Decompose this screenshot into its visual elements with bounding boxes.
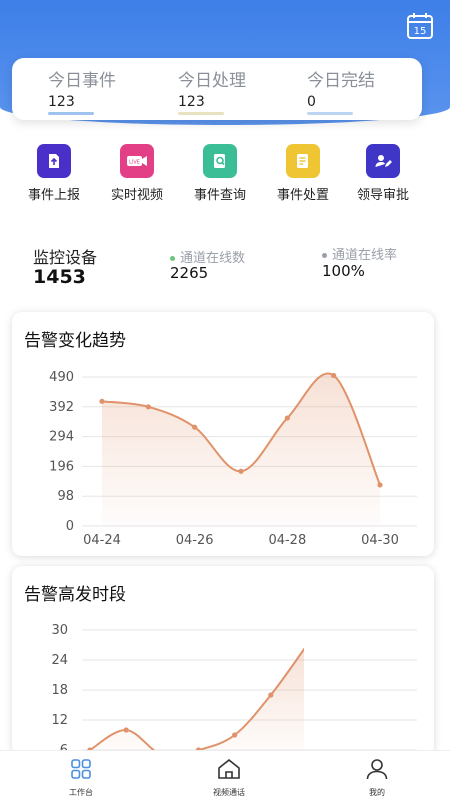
series-area <box>90 649 304 756</box>
y-tick-label: 490 <box>49 370 74 385</box>
quick-action-label: 实时视频 <box>110 188 163 203</box>
monitor-title: 监控设备 <box>33 248 98 267</box>
series-group <box>87 642 309 756</box>
x-tick-label: 04-30 <box>361 533 399 548</box>
y-tick-label: 98 <box>57 489 74 504</box>
quick-action-label: 事件上报 <box>27 188 80 203</box>
data-point <box>99 398 105 404</box>
y-tick-label: 18 <box>51 683 68 698</box>
tab-label: 工作台 <box>69 788 93 797</box>
today-stats-card: 今日事件 123 今日处理 123 今日完结 0 <box>12 58 422 120</box>
y-tick-label: 12 <box>51 713 68 728</box>
stat-label: 今日完结 <box>307 71 375 91</box>
tab-label: 我的 <box>369 788 385 797</box>
svg-text:LIVE: LIVE <box>129 160 140 166</box>
series-area <box>102 373 380 526</box>
tab-workbench[interactable]: 工作台 <box>46 757 116 798</box>
quick-action-label: 事件处置 <box>276 188 329 203</box>
rate-label-text: 通道在线率 <box>332 248 398 263</box>
stat-bar <box>48 112 94 115</box>
quick-action-approve[interactable]: 领导审批 <box>346 140 420 203</box>
data-point <box>145 404 151 410</box>
calendar-icon[interactable]: 15 <box>406 12 434 40</box>
quick-action-report[interactable]: 事件上报 <box>17 140 91 203</box>
alarm-trend-card: 告警变化趋势 0 98 196 294 392 490 04-24 04-26 04-28 04-… <box>12 312 434 556</box>
alarm-trend-chart: 0 98 196 294 392 490 04-24 04-26 04-28 04-30 <box>49 370 417 548</box>
stat-bar <box>307 112 353 115</box>
stat-value: 0 <box>307 94 316 110</box>
y-tick-label: 24 <box>51 653 68 668</box>
y-tick-label: 30 <box>51 623 68 638</box>
data-point <box>331 372 337 379</box>
quick-action-query[interactable]: 事件查询 <box>183 140 257 203</box>
data-point <box>123 727 129 733</box>
monitor-summary: 监控设备 1453 通道在线数 2265 通道在线率 100% <box>0 242 450 292</box>
search-doc-icon <box>203 144 237 178</box>
online-rate-label: 通道在线率 <box>322 244 397 263</box>
user-icon <box>366 759 388 780</box>
quick-actions: 事件上报 LIVE 实时视频 事件查询 事件处置 领导审批 <box>0 140 450 210</box>
online-rate-value: 100% <box>322 262 365 280</box>
data-point <box>232 732 238 738</box>
alarm-peak-card: 告警高发时段 612182430 <box>12 566 434 756</box>
tab-video-call[interactable]: 视频通话 <box>194 757 264 798</box>
y-tick-label: 392 <box>49 400 74 415</box>
alarm-peak-chart: 612182430 <box>51 623 417 756</box>
quick-action-label: 领导审批 <box>356 188 409 203</box>
y-tick-label: 0 <box>66 519 74 534</box>
tab-mine[interactable]: 我的 <box>342 757 412 798</box>
stat-label: 今日处理 <box>178 71 246 91</box>
stat-value: 123 <box>178 94 205 110</box>
calendar-day: 15 <box>414 26 427 37</box>
data-point <box>238 468 244 474</box>
bottom-tabbar: 工作台 视频通话 我的 <box>0 750 450 801</box>
y-tick-label: 294 <box>49 430 74 445</box>
home-icon <box>218 758 240 779</box>
tab-label: 视频通话 <box>213 788 245 797</box>
quick-action-label: 事件查询 <box>193 188 246 203</box>
online-dot-icon <box>170 256 175 261</box>
data-point <box>192 424 198 430</box>
stat-today-handled[interactable]: 今日处理 123 <box>178 66 246 115</box>
x-tick-label: 04-24 <box>83 533 121 548</box>
x-tick-label: 04-28 <box>268 533 306 548</box>
x-tick-label: 04-26 <box>176 533 214 548</box>
rate-dot-icon <box>322 253 327 258</box>
online-count-value: 2265 <box>170 264 209 282</box>
data-point <box>284 415 290 421</box>
quick-action-dispose[interactable]: 事件处置 <box>266 140 340 203</box>
stat-bar <box>178 112 224 115</box>
stat-label: 今日事件 <box>48 71 116 91</box>
quick-action-live-video[interactable]: LIVE 实时视频 <box>100 140 174 203</box>
data-point <box>377 482 383 488</box>
stat-value: 123 <box>48 94 75 110</box>
y-tick-label: 196 <box>49 459 74 474</box>
data-point <box>268 692 274 698</box>
task-doc-icon <box>286 144 320 178</box>
user-edit-icon <box>366 144 400 178</box>
monitor-count: 1453 <box>33 266 86 288</box>
stat-today-events[interactable]: 今日事件 123 <box>48 66 116 115</box>
data-point <box>304 642 309 647</box>
report-upload-icon <box>37 144 71 178</box>
stat-today-completed[interactable]: 今日完结 0 <box>307 66 375 115</box>
series-group <box>99 372 383 526</box>
grid-icon <box>71 759 91 779</box>
live-video-icon: LIVE <box>120 144 154 178</box>
